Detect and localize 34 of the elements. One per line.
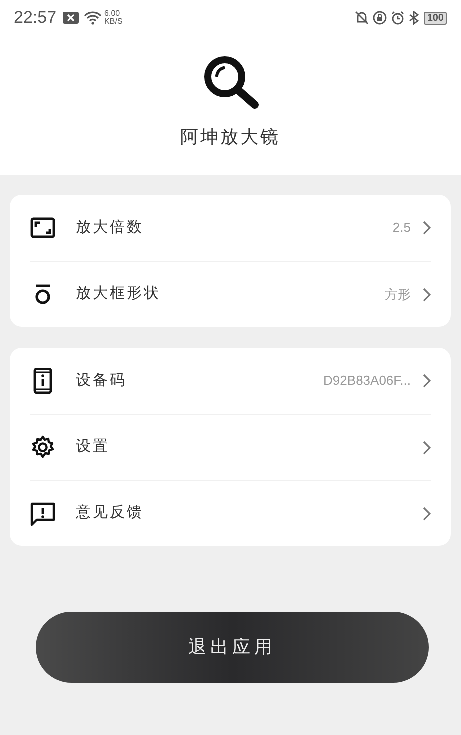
status-time: 22:57	[14, 7, 57, 30]
settings-row[interactable]: 设置	[30, 414, 431, 480]
chevron-right-icon	[423, 374, 431, 388]
frame-icon	[30, 215, 56, 241]
row-value: 2.5	[392, 219, 411, 238]
alarm-icon	[391, 11, 406, 25]
chevron-right-icon	[423, 506, 431, 520]
settings-icon	[30, 434, 56, 460]
exit-button[interactable]: 退出应用	[36, 612, 429, 683]
bluetooth-icon	[409, 11, 420, 25]
app-title: 阿坤放大镜	[180, 126, 280, 149]
lock-circle-icon	[373, 11, 388, 25]
settings-row[interactable]: 放大倍数 2.5	[30, 195, 431, 261]
row-label: 放大框形状	[76, 284, 161, 304]
network-speed-value: 6.00	[104, 10, 122, 18]
settings-row[interactable]: 设备码 D92B83A06F...	[30, 348, 431, 414]
magnifier-logo-icon	[202, 54, 260, 110]
chevron-right-icon	[423, 288, 431, 302]
settings-row[interactable]: 放大框形状 方形	[30, 261, 431, 327]
row-label: 设备码	[76, 370, 127, 391]
chevron-right-icon	[423, 221, 431, 235]
chevron-right-icon	[423, 440, 431, 454]
wifi-icon	[84, 11, 102, 25]
network-speed-unit: KB/S	[104, 18, 123, 26]
row-label: 放大倍数	[76, 218, 144, 238]
row-label: 意见反馈	[76, 503, 144, 524]
row-value: 方形	[385, 286, 411, 304]
battery-indicator: 100	[424, 12, 447, 24]
row-label: 设置	[76, 437, 110, 458]
feedback-bubble-icon	[30, 500, 56, 526]
notification-icon	[62, 12, 79, 24]
row-value: D92B83A06F...	[324, 372, 411, 390]
muted-bell-icon	[355, 11, 370, 25]
settings-row[interactable]: 意见反馈	[30, 480, 431, 546]
